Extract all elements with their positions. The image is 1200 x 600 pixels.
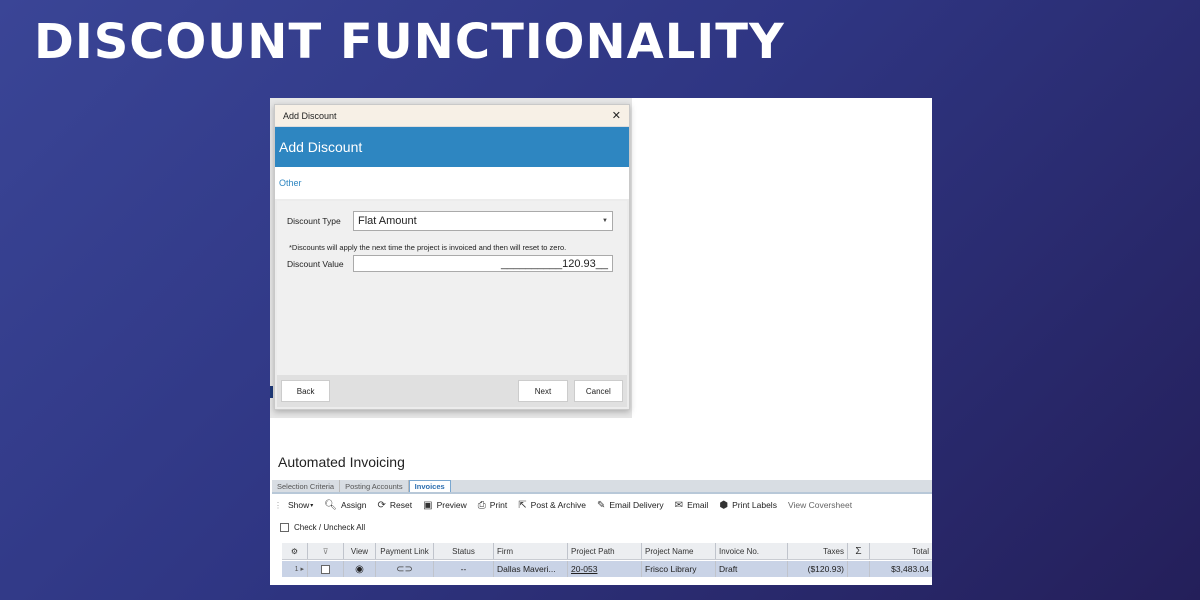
view-coversheet-button[interactable]: View Coversheet xyxy=(788,500,852,510)
assign-label: Assign xyxy=(340,500,367,510)
col-status[interactable]: Status xyxy=(434,543,494,559)
col-total[interactable]: Total xyxy=(870,543,932,559)
email-delivery-icon: ✎ xyxy=(596,499,606,511)
filter-icon[interactable]: ⊽ xyxy=(308,543,344,559)
invoice-grid-header: ⚙ ⊽ View Payment Link Status Firm Projec… xyxy=(282,543,932,560)
check-all-row: Check / Uncheck All xyxy=(280,523,365,532)
dialog-tabs: Other xyxy=(275,167,629,199)
back-button[interactable]: Back xyxy=(281,380,331,402)
view-coversheet-label: View Coversheet xyxy=(787,500,853,510)
reset-button[interactable]: ⟳ Reset xyxy=(378,500,413,511)
row-checkbox-cell xyxy=(308,561,344,577)
caret-right-icon: ▸ xyxy=(300,566,304,573)
dialog-header: Add Discount xyxy=(275,127,629,167)
email-delivery-button[interactable]: ✎ Email Delivery xyxy=(597,500,664,511)
table-row[interactable]: 1 ▸ ◉ ⊂⊃ -- Dallas Maveri... 20-053 Fris… xyxy=(282,561,932,577)
check-all-checkbox[interactable] xyxy=(280,523,289,532)
row-project-name: Frisco Library xyxy=(642,561,716,577)
discount-value-input[interactable]: __________120.93__ xyxy=(353,255,613,272)
preview-icon: ▣ xyxy=(423,499,433,511)
envelope-icon: ✉ xyxy=(674,499,684,511)
discount-note: *Discounts will apply the next time the … xyxy=(289,243,567,252)
row-firm: Dallas Maveri... xyxy=(494,561,568,577)
tab-invoices[interactable]: Invoices xyxy=(408,480,451,492)
tab-other[interactable]: Other xyxy=(279,178,302,188)
dialog-footer: Back Next Cancel xyxy=(277,375,627,407)
add-discount-dialog: Add Discount ✕ Add Discount Other Discou… xyxy=(274,104,630,410)
row-total: $3,483.04 xyxy=(891,564,929,574)
row-expander[interactable]: 1 ▸ xyxy=(282,561,308,577)
print-label: Print xyxy=(489,500,508,510)
dialog-titlebar: Add Discount ✕ xyxy=(275,105,629,127)
print-labels-label: Print Labels xyxy=(732,500,777,510)
dialog-window-title: Add Discount xyxy=(283,110,337,121)
col-invoice-no[interactable]: Invoice No. xyxy=(716,543,788,559)
assign-button[interactable]: 🔍︎ Assign xyxy=(324,500,366,511)
refresh-icon: ⟳ xyxy=(377,499,386,511)
background-edge-marker xyxy=(270,386,273,398)
search-icon: 🔍︎ xyxy=(324,499,337,511)
row-invoice-no: Draft xyxy=(716,561,788,577)
discount-type-label: Discount Type xyxy=(287,216,341,226)
caret-down-icon: ▾ xyxy=(310,502,314,509)
row-status: -- xyxy=(434,561,494,577)
toolbar-grip-icon: ⋮ xyxy=(274,500,282,510)
app-screenshot: Add Discount ✕ Add Discount Other Discou… xyxy=(270,98,932,585)
post-archive-button[interactable]: ⇱ Post & Archive xyxy=(518,500,586,511)
reset-label: Reset xyxy=(389,500,413,510)
tab-selection-criteria[interactable]: Selection Criteria xyxy=(272,480,341,492)
discount-value-text: __________120.93__ xyxy=(500,257,608,270)
close-icon[interactable]: ✕ xyxy=(612,109,621,122)
col-payment-link[interactable]: Payment Link xyxy=(376,543,434,559)
col-project-path[interactable]: Project Path xyxy=(568,543,642,559)
eye-icon[interactable]: ◉ xyxy=(344,561,376,577)
discount-type-value: Flat Amount xyxy=(358,215,417,227)
discount-type-select[interactable]: Flat Amount ▼ xyxy=(353,211,613,231)
tab-posting-accounts[interactable]: Posting Accounts xyxy=(340,480,409,492)
link-icon[interactable]: ⊂⊃ xyxy=(376,561,434,577)
preview-label: Preview xyxy=(436,500,467,510)
chevron-down-icon: ▼ xyxy=(602,218,608,224)
col-taxes[interactable]: Taxes xyxy=(788,543,848,559)
email-delivery-label: Email Delivery xyxy=(609,500,664,510)
cancel-button[interactable]: Cancel xyxy=(573,380,623,402)
row-taxes: ($120.93) xyxy=(788,561,848,577)
row-index: 1 xyxy=(294,565,299,573)
col-view[interactable]: View xyxy=(344,543,376,559)
row-checkbox[interactable] xyxy=(321,564,330,574)
email-button[interactable]: ✉ Email xyxy=(675,500,709,511)
page-title: Automated Invoicing xyxy=(278,454,405,470)
print-labels-button[interactable]: ⬢ Print Labels xyxy=(719,500,777,511)
export-icon: ⇱ xyxy=(518,499,527,511)
discount-value-label: Discount Value xyxy=(287,258,344,269)
discount-value-row: Discount Value __________120.93__ xyxy=(277,255,613,272)
dialog-body: Discount Type Flat Amount ▼ *Discounts w… xyxy=(277,201,627,375)
check-all-label: Check / Uncheck All xyxy=(294,523,366,532)
sigma-icon[interactable]: Σ xyxy=(848,543,870,559)
show-button[interactable]: Show ▾ xyxy=(288,500,313,510)
invoicing-toolbar: ⋮ Show ▾ 🔍︎ Assign ⟳ Reset ▣ Preview ⎙ P… xyxy=(272,496,932,514)
slide-title: DISCOUNT FUNCTIONALITY xyxy=(34,14,785,70)
next-button[interactable]: Next xyxy=(518,380,568,402)
post-archive-label: Post & Archive xyxy=(530,500,586,510)
col-firm[interactable]: Firm xyxy=(494,543,568,559)
row-project-path-link[interactable]: 20-053 xyxy=(568,561,642,577)
printer-icon: ⎙ xyxy=(477,499,486,511)
grid-settings-icon[interactable]: ⚙ xyxy=(282,543,308,559)
discount-type-row: Discount Type Flat Amount ▼ xyxy=(277,211,613,231)
preview-button[interactable]: ▣ Preview xyxy=(423,500,467,511)
print-button[interactable]: ⎙ Print xyxy=(478,500,507,511)
show-label: Show xyxy=(288,500,310,510)
row-sigma-cell xyxy=(848,561,870,577)
invoicing-tabs: Selection Criteria Posting Accounts Invo… xyxy=(272,480,932,494)
col-project-name[interactable]: Project Name xyxy=(642,543,716,559)
email-label: Email xyxy=(687,500,709,510)
tag-icon: ⬢ xyxy=(719,499,729,511)
